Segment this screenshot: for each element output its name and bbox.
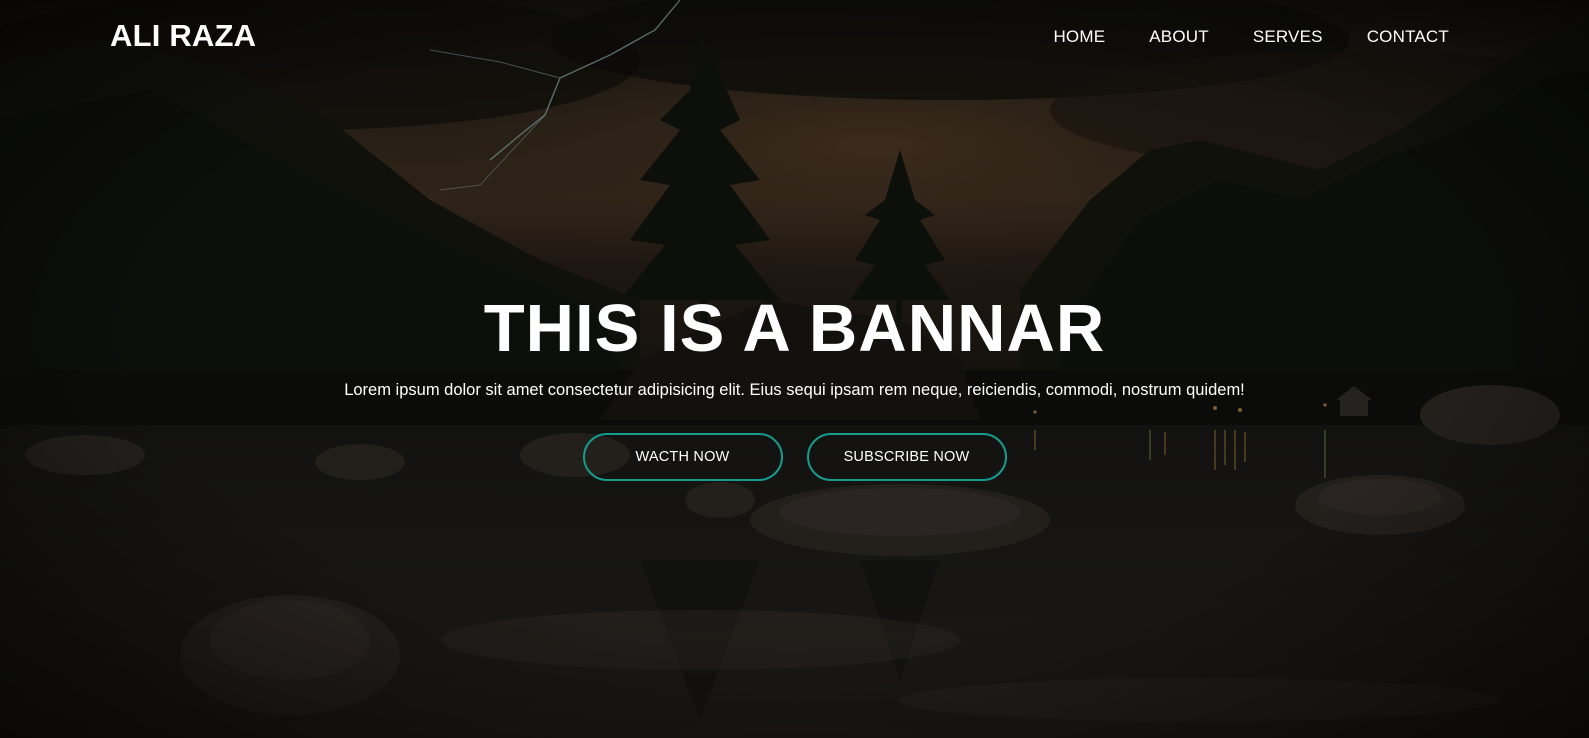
subscribe-now-button[interactable]: SUBSCRIBE NOW — [806, 433, 1007, 481]
banner: THIS IS A BANNAR Lorem ipsum dolor sit a… — [0, 290, 1589, 481]
banner-description: Lorem ipsum dolor sit amet consectetur a… — [344, 381, 1245, 399]
nav-link-serves[interactable]: SERVES — [1253, 27, 1323, 46]
nav-link-about[interactable]: ABOUT — [1149, 27, 1209, 46]
site-logo[interactable]: ALI RAZA — [110, 18, 256, 54]
nav-item-home: HOME — [1053, 27, 1105, 47]
banner-button-group: WACTH NOW SUBSCRIBE NOW — [0, 433, 1589, 481]
hero-section: ALI RAZA HOME ABOUT SERVES CONTACT THIS … — [0, 0, 1589, 738]
nav-item-serves: SERVES — [1253, 27, 1323, 47]
nav-link-home[interactable]: HOME — [1053, 27, 1105, 46]
nav-item-contact: CONTACT — [1367, 27, 1449, 47]
nav-menu: HOME ABOUT SERVES CONTACT — [1053, 27, 1449, 47]
nav-link-contact[interactable]: CONTACT — [1367, 27, 1449, 46]
banner-title: THIS IS A BANNAR — [483, 291, 1106, 366]
nav-item-about: ABOUT — [1149, 27, 1209, 47]
navbar: ALI RAZA HOME ABOUT SERVES CONTACT — [0, 0, 1589, 72]
watch-now-button[interactable]: WACTH NOW — [582, 433, 783, 481]
